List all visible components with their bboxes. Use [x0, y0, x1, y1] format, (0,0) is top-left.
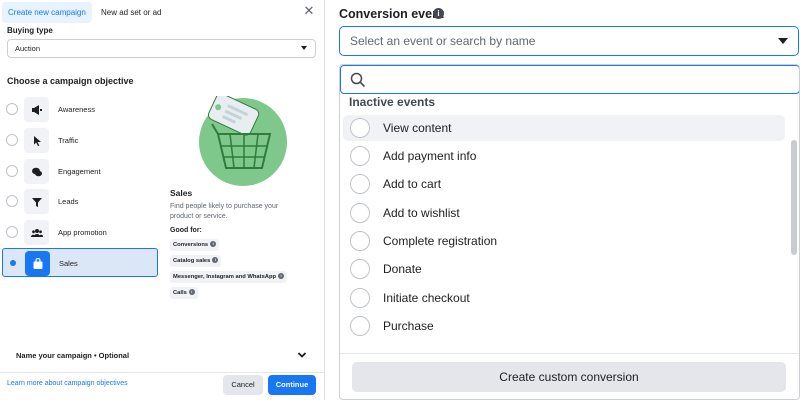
event-label: Initiate checkout [383, 291, 470, 305]
objective-label: Traffic [58, 136, 79, 145]
radio-button[interactable] [350, 118, 370, 138]
info-icon[interactable]: i [212, 257, 219, 264]
objective-engagement[interactable]: Engagement [2, 157, 158, 186]
radio-button[interactable] [350, 316, 370, 336]
radio-button[interactable] [350, 288, 370, 308]
event-label: View content [383, 121, 452, 135]
good-for-chip: Messenger, Instagram and WhatsApp i [170, 271, 288, 283]
objective-label: Awareness [58, 105, 95, 114]
good-for-chip: Conversions i [170, 239, 220, 251]
select-placeholder: Select an event or search by name [350, 34, 536, 48]
event-option[interactable]: Add payment info [343, 143, 785, 169]
radio-button[interactable] [350, 174, 370, 194]
radio-button[interactable] [350, 146, 370, 166]
chip-label: Catalog sales [173, 258, 211, 264]
learn-more-link[interactable]: Learn more about campaign objectives [7, 380, 128, 387]
good-for-chip: Catalog sales i [170, 255, 222, 267]
sales-illustration [196, 93, 290, 186]
radio-button[interactable] [350, 203, 370, 223]
objective-app-promotion[interactable]: App promotion [2, 218, 158, 247]
objective-leads[interactable]: Leads [2, 187, 158, 216]
objective-label: App promotion [58, 228, 107, 237]
event-option[interactable]: Add to cart [343, 171, 785, 197]
tab-bar: Create new campaign New ad set or ad ✕ [0, 0, 325, 25]
scrollbar-thumb[interactable] [791, 140, 797, 255]
good-for-chip: Calls i [170, 287, 198, 299]
chip-label: Messenger, Instagram and WhatsApp [173, 274, 277, 280]
funnel-icon [24, 189, 49, 214]
shopping-bag-icon [25, 251, 50, 276]
name-campaign-toggle[interactable]: Name your campaign • Optional [16, 351, 129, 360]
objective-label: Leads [58, 197, 79, 206]
event-option[interactable]: View content [343, 115, 785, 141]
caret-down-icon [301, 46, 307, 50]
tab-new-ad-set-or-ad[interactable]: New ad set or ad [95, 2, 167, 23]
radio-button[interactable] [6, 134, 18, 146]
objective-sales[interactable]: Sales [2, 248, 158, 277]
megaphone-icon [24, 97, 49, 122]
objective-label: Sales [59, 259, 78, 268]
buying-type-value: Auction [15, 44, 41, 53]
radio-button[interactable] [6, 165, 18, 177]
good-for-label: Good for: [170, 227, 202, 234]
chevron-down-icon[interactable] [297, 350, 307, 360]
buying-type-select[interactable]: Auction [7, 39, 316, 58]
objective-detail-description: Find people likely to purchase your prod… [170, 203, 279, 220]
caret-down-icon [778, 38, 788, 44]
continue-button[interactable]: Continue [268, 375, 316, 395]
event-label: Donate [383, 262, 422, 276]
conversion-event-panel: Conversion event i Select an event or se… [326, 0, 800, 400]
conversion-event-label: Conversion event [339, 7, 444, 21]
radio-button[interactable] [6, 226, 18, 238]
chat-icon [24, 159, 49, 184]
event-label: Add payment info [383, 149, 477, 163]
close-icon[interactable]: ✕ [302, 4, 316, 18]
campaign-panel: Create new campaign New ad set or ad ✕ B… [0, 0, 325, 400]
radio-button[interactable] [350, 259, 370, 279]
info-icon[interactable]: i [433, 8, 444, 19]
event-option[interactable]: Complete registration [343, 228, 785, 254]
event-label: Complete registration [383, 234, 498, 248]
radio-button[interactable] [6, 195, 18, 207]
event-option[interactable]: Add to wishlist [343, 200, 785, 226]
divider [0, 372, 325, 373]
radio-button[interactable] [6, 103, 18, 115]
section-header: Inactive events [349, 95, 436, 109]
tab-create-new-campaign[interactable]: Create new campaign [2, 2, 92, 23]
chip-label: Calls [173, 290, 187, 296]
event-dropdown: Inactive events View content Add payment… [339, 64, 800, 400]
chip-label: Conversions [173, 242, 209, 248]
objective-label: Engagement [58, 167, 101, 176]
people-icon [24, 220, 49, 245]
radio-button[interactable] [350, 231, 370, 251]
objective-heading: Choose a campaign objective [7, 76, 134, 86]
event-label: Purchase [383, 319, 434, 333]
event-option[interactable]: Purchase [343, 313, 785, 339]
info-icon[interactable]: i [210, 241, 217, 248]
objective-traffic[interactable]: Traffic [2, 126, 158, 155]
info-icon[interactable]: i [188, 289, 195, 296]
event-label: Add to wishlist [383, 206, 460, 220]
event-label: Add to cart [383, 177, 442, 191]
event-option[interactable]: Donate [343, 256, 785, 282]
objective-awareness[interactable]: Awareness [2, 95, 158, 124]
event-option[interactable]: Initiate checkout [343, 285, 785, 311]
info-icon[interactable]: i [278, 273, 285, 280]
objective-detail-title: Sales [170, 188, 193, 198]
search-icon [350, 72, 366, 88]
divider [340, 353, 799, 354]
conversion-event-select[interactable]: Select an event or search by name [339, 26, 799, 56]
radio-button-selected[interactable] [7, 257, 19, 269]
cursor-icon [24, 128, 49, 153]
cancel-button[interactable]: Cancel [223, 375, 263, 395]
buying-type-label: Buying type [7, 26, 53, 35]
event-search-input[interactable] [340, 65, 799, 94]
create-custom-conversion-button[interactable]: Create custom conversion [352, 362, 786, 392]
